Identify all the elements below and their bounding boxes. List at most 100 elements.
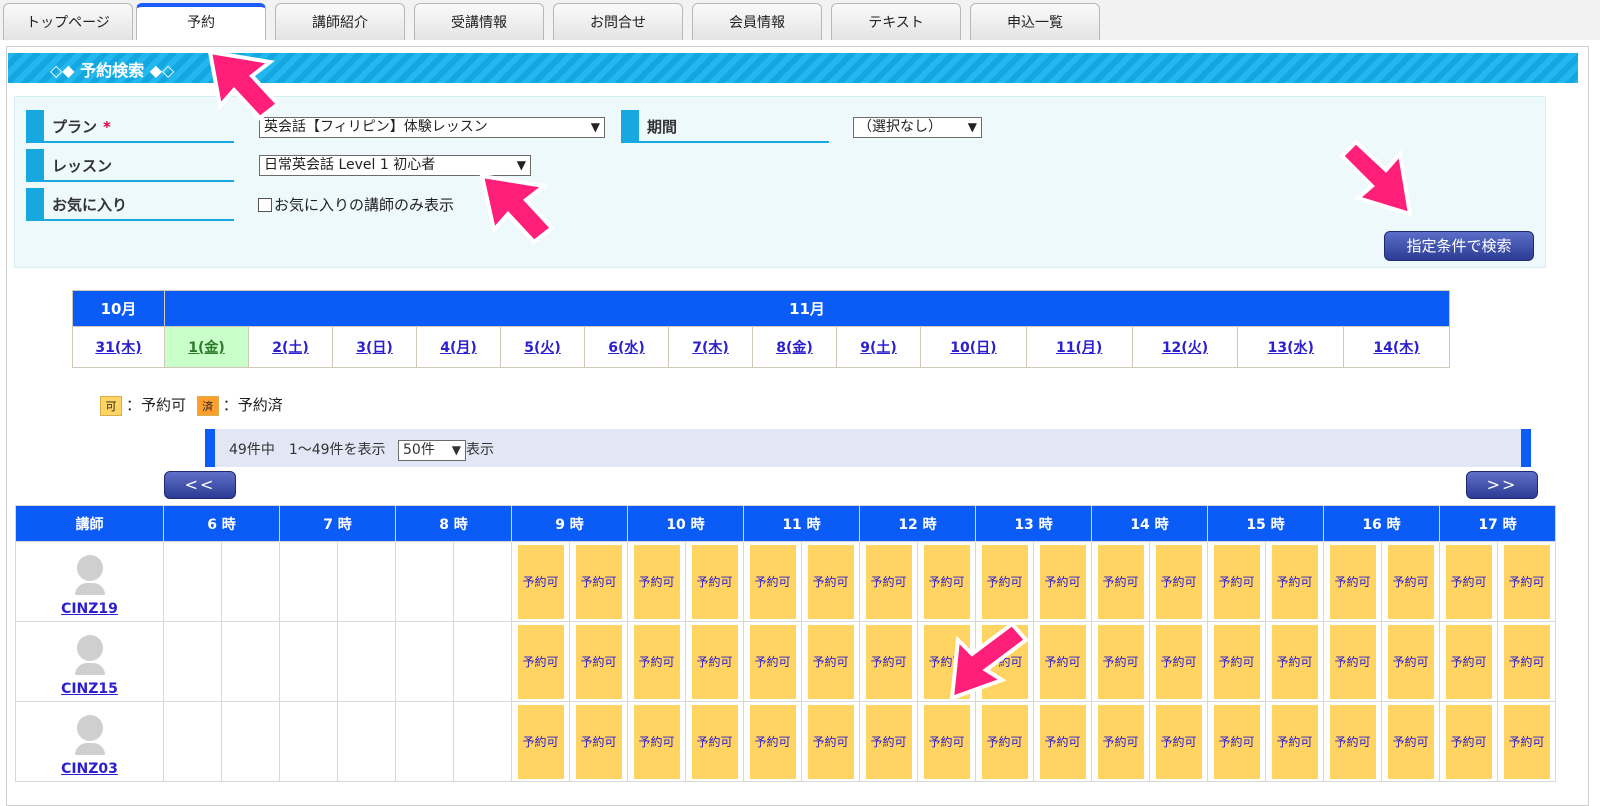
reserve-available-button[interactable]: 予約可 xyxy=(1039,704,1086,779)
tab-top[interactable]: トップページ xyxy=(3,3,133,40)
time-slot: 予約可 xyxy=(1265,701,1324,782)
reserve-available-button[interactable]: 予約可 xyxy=(1503,624,1550,699)
reserve-available-button[interactable]: 予約可 xyxy=(517,704,564,779)
hour-header: 14 時 xyxy=(1091,505,1208,542)
tab-lesson-info[interactable]: 受講情報 xyxy=(414,3,544,40)
reserve-available-button[interactable]: 予約可 xyxy=(1445,704,1492,779)
time-slot: 予約可 xyxy=(569,701,628,782)
day-link[interactable]: 6(水) xyxy=(584,326,669,368)
reserve-available-button[interactable]: 予約可 xyxy=(633,704,680,779)
reserve-available-button[interactable]: 予約可 xyxy=(865,704,912,779)
reserve-available-button[interactable]: 予約可 xyxy=(1329,624,1376,699)
hour-header: 6 時 xyxy=(163,505,280,542)
day-link[interactable]: 13(水) xyxy=(1237,326,1345,368)
time-slot: 予約可 xyxy=(1091,701,1150,782)
next-page-button[interactable]: >> xyxy=(1466,471,1538,499)
reserve-available-button[interactable]: 予約可 xyxy=(633,544,680,619)
teacher-cell: CINZ15 xyxy=(15,621,164,702)
reserve-available-button[interactable]: 予約可 xyxy=(1213,544,1260,619)
day-link[interactable]: 3(日) xyxy=(332,326,417,368)
favorite-checkbox-label[interactable]: お気に入りの講師のみ表示 xyxy=(274,196,454,214)
reserve-available-button[interactable]: 予約可 xyxy=(749,704,796,779)
reserve-available-button[interactable]: 予約可 xyxy=(865,544,912,619)
day-link[interactable]: 4(月) xyxy=(416,326,501,368)
reserve-available-button[interactable]: 予約可 xyxy=(1155,704,1202,779)
reserve-available-button[interactable]: 予約可 xyxy=(1097,704,1144,779)
time-slot: 予約可 xyxy=(1439,541,1498,622)
prev-page-button[interactable]: << xyxy=(164,471,236,499)
per-page-select[interactable]: 50件 ▼ xyxy=(398,439,466,461)
legend-ok-badge: 可 xyxy=(100,395,122,416)
search-button[interactable]: 指定条件で検索 xyxy=(1384,231,1534,261)
reserve-available-button[interactable]: 予約可 xyxy=(633,624,680,699)
reserve-available-button[interactable]: 予約可 xyxy=(923,544,970,619)
tab-reservation[interactable]: 予約 xyxy=(136,3,266,40)
reserve-available-button[interactable]: 予約可 xyxy=(575,544,622,619)
reserve-available-button[interactable]: 予約可 xyxy=(1271,544,1318,619)
reserve-available-button[interactable]: 予約可 xyxy=(1097,544,1144,619)
reserve-available-button[interactable]: 予約可 xyxy=(1155,544,1202,619)
annotation-arrow-lesson xyxy=(479,173,555,245)
reserve-available-button[interactable]: 予約可 xyxy=(1387,624,1434,699)
reserve-available-button[interactable]: 予約可 xyxy=(807,624,854,699)
period-select[interactable]: （選択なし） ▼ xyxy=(853,117,982,138)
day-link[interactable]: 2(土) xyxy=(248,326,333,368)
reserve-available-button[interactable]: 予約可 xyxy=(1039,544,1086,619)
favorite-checkbox[interactable] xyxy=(258,198,272,212)
time-slot: 予約可 xyxy=(801,701,860,782)
reserve-available-button[interactable]: 予約可 xyxy=(1329,544,1376,619)
reserve-available-button[interactable]: 予約可 xyxy=(1445,544,1492,619)
reserve-available-button[interactable]: 予約可 xyxy=(1329,704,1376,779)
day-link[interactable]: 11(月) xyxy=(1025,326,1133,368)
reserve-available-button[interactable]: 予約可 xyxy=(691,704,738,779)
hour-header: 9 時 xyxy=(511,505,628,542)
reserve-available-button[interactable]: 予約可 xyxy=(1445,624,1492,699)
legend: 可：予約可 済：予約済 xyxy=(100,394,283,416)
reserve-available-button[interactable]: 予約可 xyxy=(1097,624,1144,699)
day-link[interactable]: 31(木) xyxy=(72,326,165,368)
reserve-available-button[interactable]: 予約可 xyxy=(1271,704,1318,779)
reserve-available-button[interactable]: 予約可 xyxy=(807,704,854,779)
day-link[interactable]: 9(土) xyxy=(836,326,921,368)
day-link[interactable]: 7(木) xyxy=(668,326,753,368)
teacher-link[interactable]: CINZ03 xyxy=(16,761,163,777)
reserve-available-button[interactable]: 予約可 xyxy=(1387,704,1434,779)
reserve-available-button[interactable]: 予約可 xyxy=(865,624,912,699)
tab-teachers[interactable]: 講師紹介 xyxy=(275,3,405,40)
day-link[interactable]: 8(金) xyxy=(752,326,837,368)
reserve-available-button[interactable]: 予約可 xyxy=(807,544,854,619)
reserve-available-button[interactable]: 予約可 xyxy=(575,704,622,779)
reserve-available-button[interactable]: 予約可 xyxy=(1387,544,1434,619)
reserve-available-button[interactable]: 予約可 xyxy=(691,624,738,699)
reserve-available-button[interactable]: 予約可 xyxy=(1155,624,1202,699)
favorite-row: お気に入りの講師のみ表示 xyxy=(258,194,454,215)
tab-contact[interactable]: お問合せ xyxy=(553,3,683,40)
tab-member-info[interactable]: 会員情報 xyxy=(692,3,822,40)
reserve-available-button[interactable]: 予約可 xyxy=(691,544,738,619)
reserve-available-button[interactable]: 予約可 xyxy=(981,704,1028,779)
avatar-body xyxy=(74,583,105,595)
teacher-link[interactable]: CINZ15 xyxy=(16,681,163,697)
reserve-available-button[interactable]: 予約可 xyxy=(517,624,564,699)
reserve-available-button[interactable]: 予約可 xyxy=(575,624,622,699)
day-link[interactable]: 1(金) xyxy=(164,326,249,368)
reserve-available-button[interactable]: 予約可 xyxy=(749,544,796,619)
reserve-available-button[interactable]: 予約可 xyxy=(1503,544,1550,619)
reserve-available-button[interactable]: 予約可 xyxy=(1039,624,1086,699)
day-link[interactable]: 12(火) xyxy=(1131,326,1239,368)
reserve-available-button[interactable]: 予約可 xyxy=(1213,624,1260,699)
reserve-available-button[interactable]: 予約可 xyxy=(981,544,1028,619)
annotation-arrow-tab xyxy=(207,49,281,121)
day-link[interactable]: 14(木) xyxy=(1343,326,1450,368)
teacher-link[interactable]: CINZ19 xyxy=(16,601,163,617)
reserve-available-button[interactable]: 予約可 xyxy=(923,704,970,779)
reserve-available-button[interactable]: 予約可 xyxy=(1213,704,1260,779)
tab-text[interactable]: テキスト xyxy=(831,3,961,40)
day-link[interactable]: 5(火) xyxy=(500,326,585,368)
day-link[interactable]: 10(日) xyxy=(920,326,1027,368)
reserve-available-button[interactable]: 予約可 xyxy=(749,624,796,699)
tab-applications[interactable]: 申込一覧 xyxy=(970,3,1100,40)
reserve-available-button[interactable]: 予約可 xyxy=(1271,624,1318,699)
reserve-available-button[interactable]: 予約可 xyxy=(517,544,564,619)
reserve-available-button[interactable]: 予約可 xyxy=(1503,704,1550,779)
